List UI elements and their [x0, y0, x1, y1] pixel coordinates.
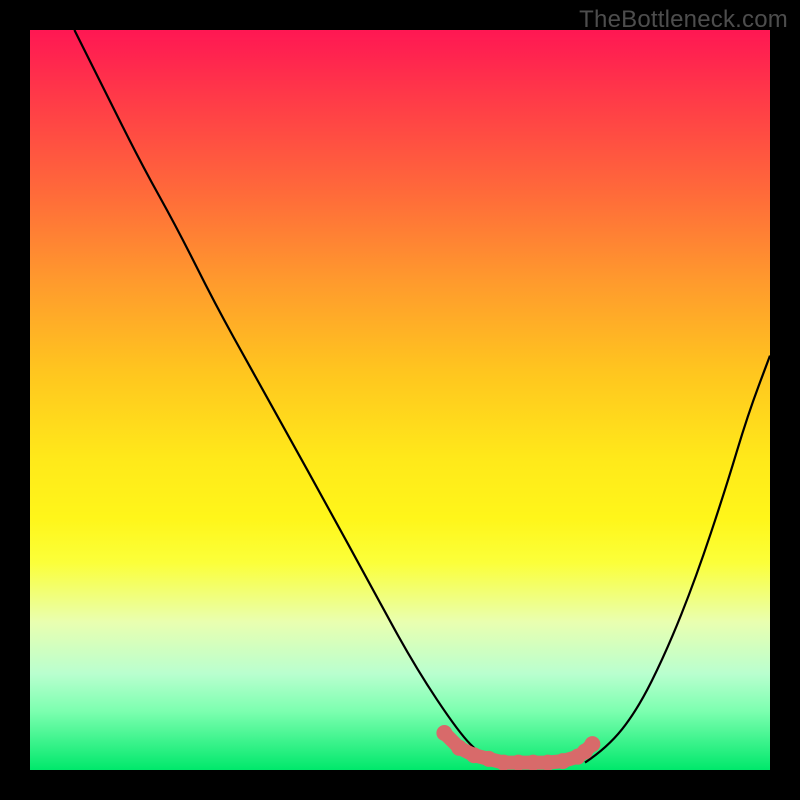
- plot-gradient-area: [30, 30, 770, 770]
- chart-frame: { "watermark": "TheBottleneck.com", "col…: [0, 0, 800, 800]
